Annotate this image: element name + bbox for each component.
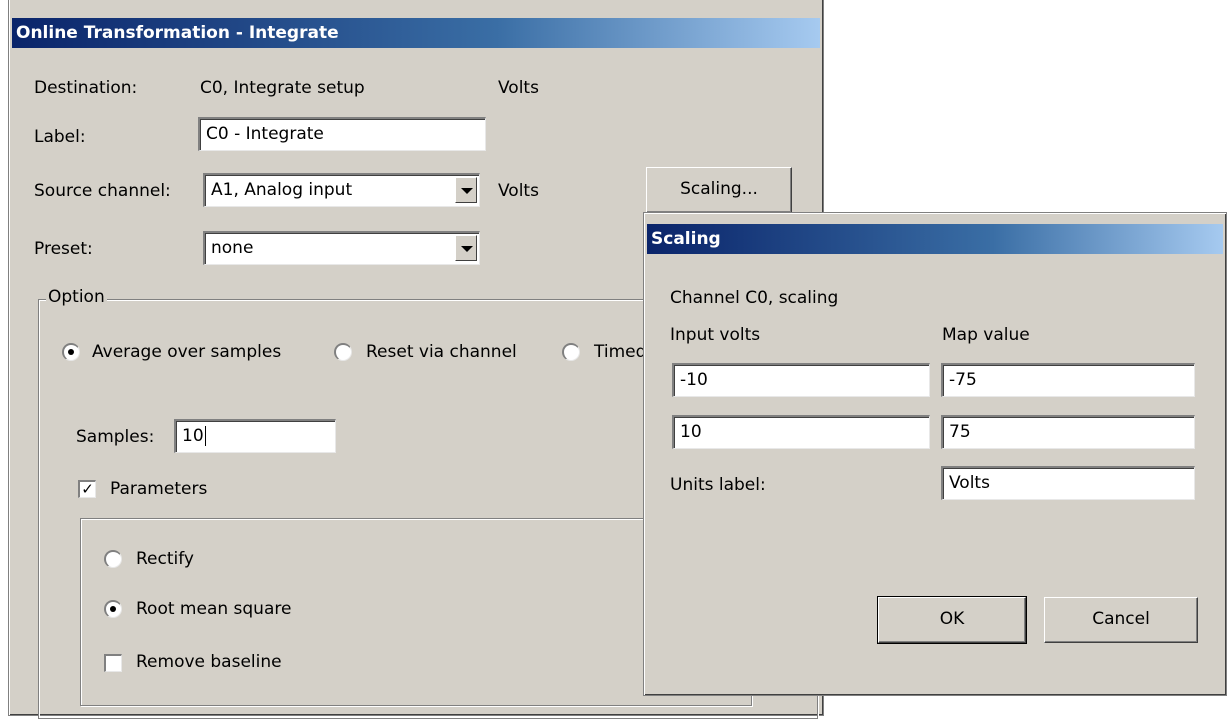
- units-input[interactable]: Volts: [941, 466, 1195, 500]
- input-volts-row-2[interactable]: 10: [672, 415, 930, 449]
- scaling-dialog-title: Scaling: [647, 224, 1223, 254]
- units-label: Units label:: [670, 475, 766, 495]
- timed-radio[interactable]: [562, 343, 580, 361]
- map-value-row-2[interactable]: 75: [941, 415, 1195, 449]
- source-channel-value: A1, Analog input: [211, 180, 353, 200]
- map-value-row-1-value: -75: [949, 370, 977, 390]
- label-input-value: C0 - Integrate: [206, 124, 324, 144]
- scaling-button[interactable]: Scaling...: [646, 167, 792, 213]
- rms-radio[interactable]: [104, 600, 122, 618]
- input-volts-row-2-value: 10: [680, 422, 702, 442]
- input-volts-row-1[interactable]: -10: [672, 363, 930, 397]
- destination-label: Destination:: [34, 78, 138, 98]
- rectify-radio[interactable]: [104, 550, 122, 568]
- option-group-label: Option: [46, 286, 107, 308]
- input-volts-header: Input volts: [670, 325, 761, 345]
- cancel-button[interactable]: Cancel: [1044, 597, 1198, 643]
- units-input-value: Volts: [949, 473, 990, 493]
- input-volts-row-1-value: -10: [680, 370, 708, 390]
- samples-input[interactable]: 10: [174, 419, 336, 453]
- map-value-row-2-value: 75: [949, 422, 971, 442]
- rms-label[interactable]: Root mean square: [136, 598, 291, 620]
- label-label: Label:: [34, 127, 86, 147]
- map-value-row-1[interactable]: -75: [941, 363, 1195, 397]
- reset-radio-label[interactable]: Reset via channel: [366, 341, 517, 363]
- destination-value: C0, Integrate setup: [200, 78, 365, 98]
- parameters-label[interactable]: Parameters: [110, 478, 207, 500]
- average-radio[interactable]: [62, 343, 80, 361]
- samples-input-value: 10: [182, 426, 204, 446]
- reset-radio[interactable]: [334, 343, 352, 361]
- timed-radio-label[interactable]: Timed: [594, 341, 646, 363]
- source-channel-select[interactable]: A1, Analog input: [203, 173, 480, 207]
- remove-baseline-label[interactable]: Remove baseline: [136, 651, 282, 673]
- source-units: Volts: [498, 181, 539, 201]
- chevron-down-icon[interactable]: [455, 235, 477, 261]
- destination-units: Volts: [498, 78, 539, 98]
- remove-baseline-checkbox[interactable]: [104, 654, 122, 672]
- preset-label: Preset:: [34, 239, 93, 259]
- preset-select[interactable]: none: [203, 231, 480, 265]
- source-channel-label: Source channel:: [34, 181, 171, 201]
- ok-button[interactable]: OK: [877, 596, 1027, 644]
- text-caret: [204, 426, 206, 446]
- parameters-checkbox[interactable]: ✓: [78, 480, 96, 498]
- label-input[interactable]: C0 - Integrate: [198, 117, 486, 151]
- preset-value: none: [211, 238, 254, 258]
- rectify-label[interactable]: Rectify: [136, 548, 194, 570]
- map-value-header: Map value: [942, 325, 1030, 345]
- average-radio-label[interactable]: Average over samples: [92, 341, 281, 363]
- integrate-dialog-title: Online Transformation - Integrate: [12, 18, 820, 48]
- scaling-subtitle: Channel C0, scaling: [670, 288, 839, 308]
- samples-label: Samples:: [76, 427, 155, 447]
- chevron-down-icon[interactable]: [455, 177, 477, 203]
